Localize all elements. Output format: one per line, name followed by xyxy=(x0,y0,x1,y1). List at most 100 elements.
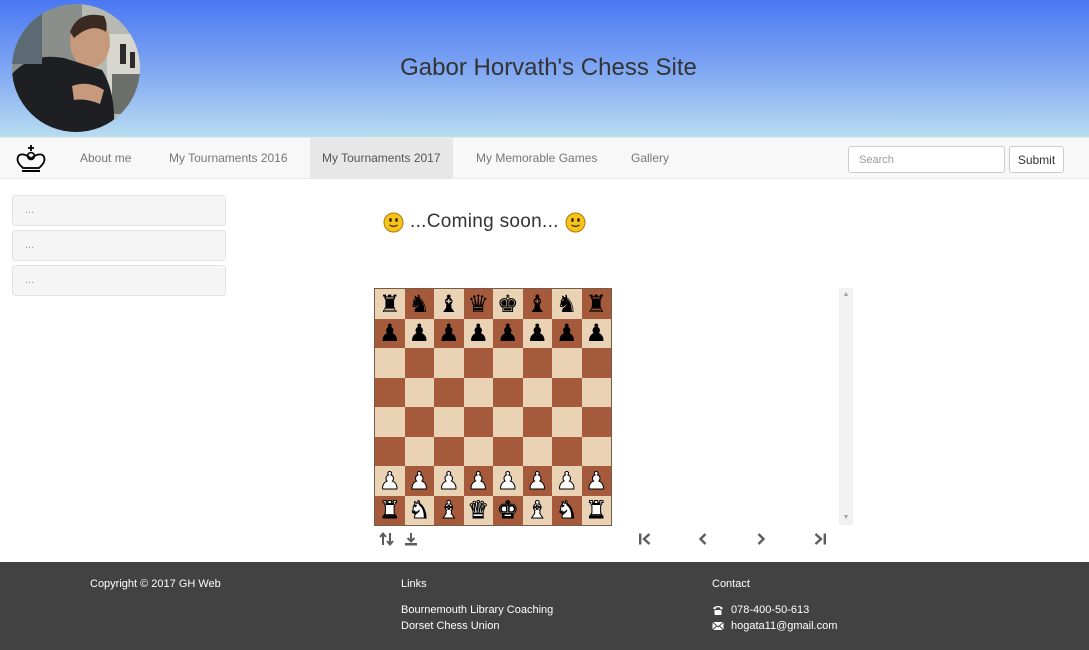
black-bishop-icon[interactable]: ♝ xyxy=(526,292,548,316)
king-icon[interactable] xyxy=(14,144,48,174)
search-input[interactable] xyxy=(848,146,1005,173)
chess-board[interactable]: ♜ ♞ ♝ ♛ ♚ ♝ ♞ ♜ ♟ ♟ ♟ ♟ ♟ ♟ ♟ ♟ ♟ ♟ ♟ ♟ ♟ ♟ ♟ ♟ ♜ ♞ ♝ ♛ ♚ ♝ ♞ ♜ xyxy=(374,288,612,526)
board-square[interactable]: ♜ xyxy=(375,289,405,319)
white-pawn-icon[interactable]: ♟ xyxy=(378,468,400,493)
board-square[interactable] xyxy=(581,436,611,466)
board-square[interactable]: ♟ xyxy=(493,318,523,348)
white-bishop-icon[interactable]: ♝ xyxy=(437,498,459,523)
email-address[interactable]: hogata11@gmail.com xyxy=(731,620,837,632)
white-pawn-icon[interactable]: ♟ xyxy=(496,468,518,493)
white-knight-icon[interactable]: ♞ xyxy=(555,498,577,523)
board-square[interactable]: ♟ xyxy=(434,318,464,348)
black-pawn-icon[interactable]: ♟ xyxy=(408,321,430,345)
black-pawn-icon[interactable]: ♟ xyxy=(379,321,401,345)
board-square[interactable]: ♝ xyxy=(434,289,464,319)
black-rook-icon[interactable]: ♜ xyxy=(379,292,401,316)
board-square[interactable]: ♚ xyxy=(493,495,523,525)
board-square[interactable]: ♟ xyxy=(404,318,434,348)
board-square[interactable]: ♟ xyxy=(493,466,523,496)
board-square[interactable] xyxy=(522,348,552,378)
board-square[interactable]: ♟ xyxy=(375,318,405,348)
board-square[interactable] xyxy=(463,407,493,437)
board-square[interactable]: ♞ xyxy=(404,289,434,319)
board-square[interactable] xyxy=(404,348,434,378)
black-king-icon[interactable]: ♚ xyxy=(497,292,519,316)
footer-link[interactable]: Dorset Chess Union xyxy=(401,618,553,634)
submit-button[interactable]: Submit xyxy=(1009,146,1064,173)
white-pawn-icon[interactable]: ♟ xyxy=(437,468,459,493)
board-square[interactable] xyxy=(434,436,464,466)
board-square[interactable] xyxy=(404,377,434,407)
board-square[interactable]: ♟ xyxy=(552,466,582,496)
white-knight-icon[interactable]: ♞ xyxy=(408,498,430,523)
black-pawn-icon[interactable]: ♟ xyxy=(556,321,578,345)
first-move-icon[interactable] xyxy=(636,530,654,548)
white-queen-icon[interactable]: ♛ xyxy=(467,498,489,523)
board-square[interactable] xyxy=(493,436,523,466)
board-square[interactable] xyxy=(493,348,523,378)
board-square[interactable] xyxy=(552,407,582,437)
board-square[interactable] xyxy=(522,436,552,466)
board-square[interactable] xyxy=(552,377,582,407)
black-pawn-icon[interactable]: ♟ xyxy=(497,321,519,345)
nav-tournaments-2016[interactable]: My Tournaments 2016 xyxy=(157,138,300,179)
board-square[interactable] xyxy=(522,377,552,407)
board-square[interactable] xyxy=(581,377,611,407)
move-list-scrollbar[interactable]: ▲ ▼ xyxy=(839,288,853,525)
board-square[interactable]: ♛ xyxy=(463,289,493,319)
board-square[interactable] xyxy=(375,348,405,378)
board-square[interactable]: ♟ xyxy=(552,318,582,348)
board-square[interactable] xyxy=(463,377,493,407)
white-pawn-icon[interactable]: ♟ xyxy=(526,468,548,493)
nav-about-me[interactable]: About me xyxy=(68,138,143,179)
board-square[interactable]: ♜ xyxy=(581,495,611,525)
next-move-icon[interactable] xyxy=(752,530,770,548)
board-square[interactable]: ♜ xyxy=(581,289,611,319)
board-square[interactable] xyxy=(581,348,611,378)
board-square[interactable]: ♟ xyxy=(463,466,493,496)
board-square[interactable] xyxy=(581,407,611,437)
board-square[interactable]: ♛ xyxy=(463,495,493,525)
board-square[interactable] xyxy=(434,377,464,407)
black-pawn-icon[interactable]: ♟ xyxy=(585,321,607,345)
board-square[interactable]: ♟ xyxy=(581,318,611,348)
board-square[interactable]: ♟ xyxy=(375,466,405,496)
black-pawn-icon[interactable]: ♟ xyxy=(467,321,489,345)
black-queen-icon[interactable]: ♛ xyxy=(467,292,489,316)
sidebar-item[interactable]: ... xyxy=(12,265,226,296)
board-square[interactable]: ♟ xyxy=(581,466,611,496)
black-knight-icon[interactable]: ♞ xyxy=(408,292,430,316)
board-square[interactable]: ♟ xyxy=(434,466,464,496)
board-square[interactable]: ♝ xyxy=(434,495,464,525)
board-square[interactable] xyxy=(463,348,493,378)
board-square[interactable]: ♞ xyxy=(404,495,434,525)
scroll-up-arrow-icon[interactable]: ▲ xyxy=(839,289,853,301)
board-square[interactable]: ♞ xyxy=(552,495,582,525)
board-square[interactable]: ♟ xyxy=(404,466,434,496)
board-square[interactable]: ♞ xyxy=(552,289,582,319)
board-square[interactable] xyxy=(552,348,582,378)
board-square[interactable]: ♟ xyxy=(522,466,552,496)
black-rook-icon[interactable]: ♜ xyxy=(585,292,607,316)
sidebar-item[interactable]: ... xyxy=(12,230,226,261)
black-bishop-icon[interactable]: ♝ xyxy=(438,292,460,316)
previous-move-icon[interactable] xyxy=(694,530,712,548)
board-square[interactable]: ♚ xyxy=(493,289,523,319)
board-square[interactable] xyxy=(493,407,523,437)
nav-memorable-games[interactable]: My Memorable Games xyxy=(464,138,609,179)
board-square[interactable] xyxy=(434,348,464,378)
board-square[interactable] xyxy=(493,377,523,407)
board-square[interactable] xyxy=(463,436,493,466)
white-rook-icon[interactable]: ♜ xyxy=(585,498,607,523)
white-rook-icon[interactable]: ♜ xyxy=(378,498,400,523)
black-knight-icon[interactable]: ♞ xyxy=(556,292,578,316)
board-square[interactable] xyxy=(375,436,405,466)
board-square[interactable]: ♟ xyxy=(522,318,552,348)
board-square[interactable] xyxy=(522,407,552,437)
white-pawn-icon[interactable]: ♟ xyxy=(408,468,430,493)
last-move-icon[interactable] xyxy=(811,530,829,548)
scroll-down-arrow-icon[interactable]: ▼ xyxy=(839,512,853,524)
board-square[interactable] xyxy=(404,436,434,466)
nav-gallery[interactable]: Gallery xyxy=(619,138,681,179)
flip-icon[interactable] xyxy=(378,530,396,548)
